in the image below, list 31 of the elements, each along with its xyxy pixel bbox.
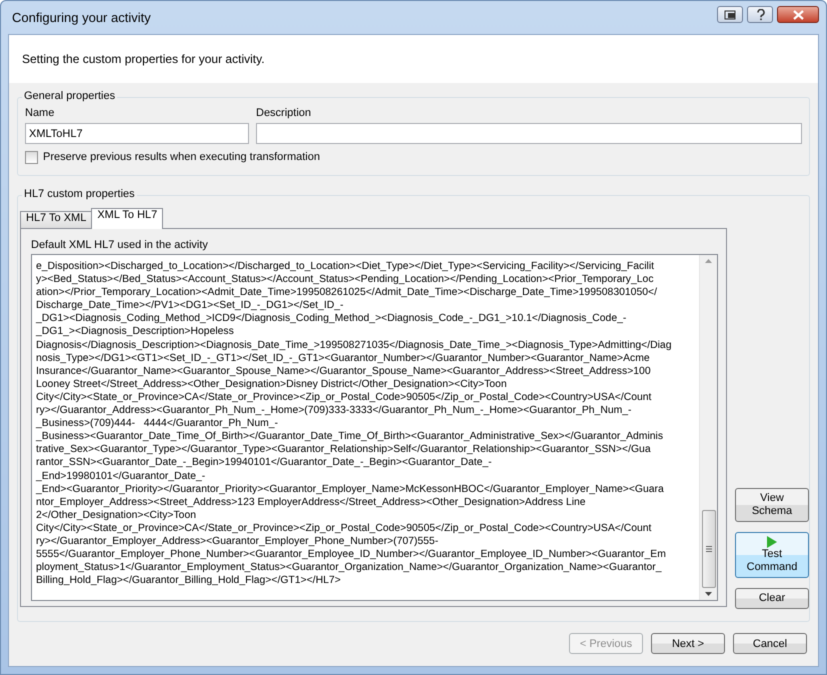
grip-icon: [706, 546, 712, 552]
scroll-thumb[interactable]: [702, 510, 716, 588]
group-title: HL7 custom properties: [22, 188, 137, 200]
window-title: Configuring your activity: [12, 10, 151, 25]
description-label: Description: [256, 106, 312, 120]
checkbox[interactable]: [25, 150, 38, 164]
footer-button[interactable]: Cancel: [733, 633, 807, 654]
name-field[interactable]: XMLToHL7: [25, 123, 249, 144]
side-button[interactable]: Clear: [735, 588, 809, 609]
name-label: Name: [25, 106, 56, 120]
tab[interactable]: XML To HL7: [91, 208, 164, 229]
side-button[interactable]: View Schema: [735, 488, 809, 522]
help-icon: [754, 8, 766, 20]
group-title: General properties: [22, 90, 118, 102]
close-button[interactable]: [777, 6, 819, 23]
scrollbar[interactable]: [699, 255, 717, 600]
scroll-down-icon: [705, 592, 712, 596]
play-icon: [767, 536, 777, 548]
xml-text-field[interactable]: e_Disposition><Discharged_to_Location></Discharged_to_Location><Diet_Type></Diet_Type><Servicing_Facility></Servicing_Facilit y><Bed_Status></Bed_Status><Account_Status></Account_Status><Pending_Location></Pending_Location><Prior_Temporary_Loc ation></Prior_Temporary_Location><Admit_Date_Time>199508261025</Admit_Date_Time><Discharge_Date_Time>199508301050</ Discharge_Date_Time></PV1><DG1><Set_ID_-_DG1></Set_ID_- _DG1><Diagnosis_Coding_Method_>ICD9</Diagnosis_Coding_Method_><Diagnosis_Code_-_DG1_>10.1</Diagnosis_Code_- _DG1_><Diagnosis_Description>Hopeless Diagnosis</Diagnosis_Description><Diagnosis_Date_Time_>199508271035</Diagnosis_Date_Time_><Diagnosis_Type>Admitting</Diag nosis_Type></DG1><GT1><Set_ID_-_GT1></Set_ID_-_GT1><Guarantor_Number></Guarantor_Number><Guarantor_Name>Acme Insurance</Guarantor_Name><Guarantor_Spouse_Name></Guarantor_Spouse_Name><Guarantor_Address><Street_Address>100 Looney Street</Street_Address><Other_Designation>Disney District</Other_Designation><City>Toon City</City><State_or_Province>CA</State_or_Province><Zip_or_Postal_Code>90505</Zip_or_Postal_Code><Country>USA</Count ry></Guarantor_Address><Guarantor_Ph_Num_-_Home>(709)333-3333</Guarantor_Ph_Num_-_Home><Guarantor_Ph_Num_- _Business>(709)444- 4444</Guarantor_Ph_Num_- _Business><Guarantor_Date_Time_Of_Birth></Guarantor_Date_Time_Of_Birth><Guarantor_Administrative_Sex></Guarantor_Adminis trative_Sex><Guarantor_Type></Guarantor_Type><Guarantor_Relationship>Self</Guarantor_Relationship><Guarantor_SSN></Gua rantor_SSN><Guarantor_Date_-_Begin>19940101</Guarantor_Date_-_Begin><Guarantor_Date_- _End>19980101</Guarantor_Date_- _End><Guarantor_Priority></Guarantor_Priority><Guarantor_Employer_Name>McKessonHBOC</Guarantor_Employer_Name><Guara ntor_Employer_Address><Street_Address>123 EmployerAddress</Street_Address><Other_Designation>Address Line 2</Other_Designation><City>Toon City</City><State_or_Province>CA</State_or_Province><Zip_or_Postal_Code>90505</Zip_or_Postal_Code><Country>USA</Count ry></Guarantor_Employer_Address><Guarantor_Employer_Phone_Number>(707)555- 5555</Guarantor_Employer_Phone_Number><Guarantor_Employee_ID_Number></Guarantor_Employee_ID_Number><Guarantor_Em ployment_Status>1</Guarantor_Employment_Status><Guarantor_Organization_Name></Guarantor_Organization_Name><Guarantor_ Billing_Hold_Flag></Guarantor_Billing_Hold_Flag></GT1></HL7>: [31, 254, 718, 601]
scroll-up-icon: [705, 259, 712, 263]
test-command-button[interactable]: Test Command: [735, 532, 809, 578]
restore-button[interactable]: [717, 6, 743, 23]
tab[interactable]: HL7 To XML: [20, 211, 92, 228]
description-field[interactable]: [256, 123, 802, 144]
header-text: Setting the custom properties for your activity.: [22, 52, 265, 66]
checkbox-label: Preserve previous results when executing transformation: [43, 150, 320, 164]
help-button[interactable]: [747, 6, 773, 23]
window-icon: [724, 10, 736, 20]
footer-button[interactable]: Next >: [651, 633, 725, 654]
close-icon: [792, 10, 804, 20]
field-label: Default XML HL7 used in the activity: [31, 238, 209, 252]
